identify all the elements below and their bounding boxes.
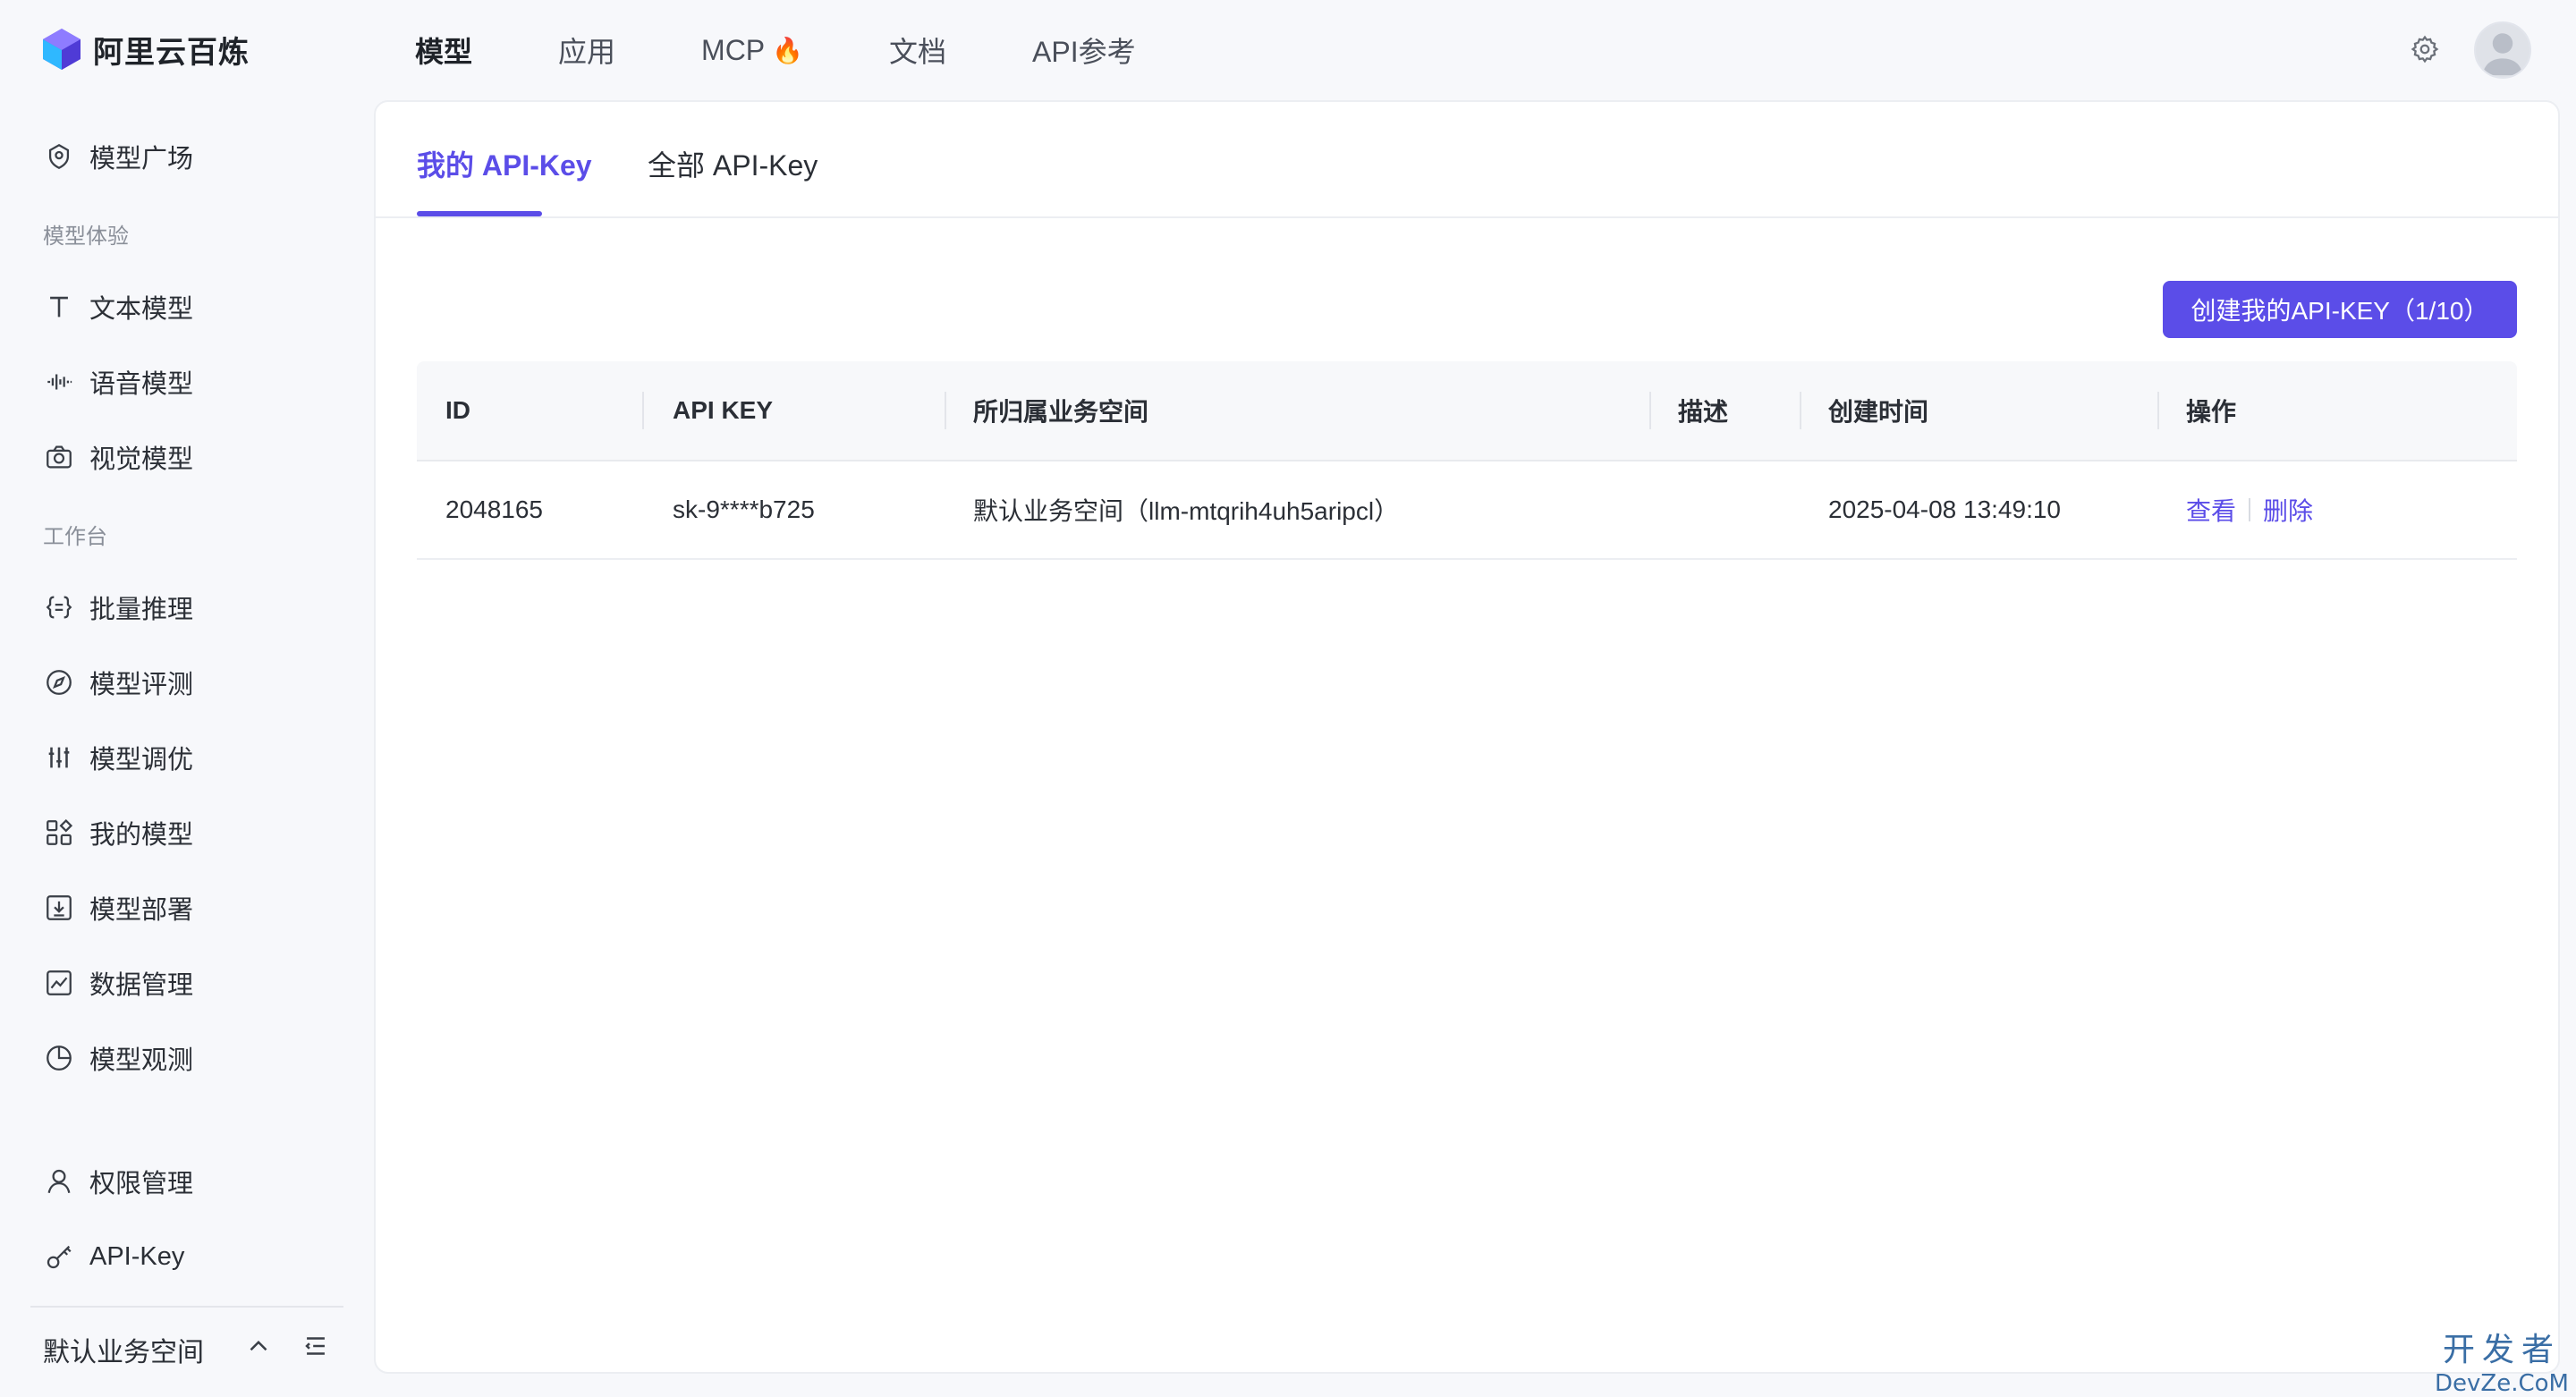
sidebar-item-permissions[interactable]: 权限管理	[43, 1159, 193, 1204]
collapse-menu-icon[interactable]	[301, 1331, 331, 1361]
nav-item-api-reference[interactable]: API参考	[1032, 30, 1136, 71]
sidebar-item-label: 模型评测	[89, 671, 194, 699]
sidebar-item-label: 权限管理	[89, 1170, 194, 1198]
fire-icon: 🔥	[772, 36, 804, 64]
action-separator	[2249, 498, 2251, 521]
table-row: 2048165 sk-9****b725 默认业务空间（llm-mtqrih4u…	[417, 461, 2517, 560]
sidebar-item-label: 我的模型	[89, 821, 194, 850]
watermark-line1: 开发者	[2442, 1332, 2561, 1368]
sliders-icon	[43, 741, 75, 774]
active-tab-indicator	[417, 211, 542, 216]
chevron-up-icon[interactable]	[243, 1331, 274, 1361]
sidebar-item-label: 模型广场	[89, 145, 194, 174]
sidebar-item-label: 批量推理	[89, 596, 194, 624]
sidebar-item-batch-inference[interactable]: 批量推理	[43, 585, 193, 630]
table-header: ID API KEY 所归属业务空间 描述 创建时间 操作	[417, 361, 2517, 461]
column-separator	[1649, 392, 1651, 429]
sidebar-item-model-observe[interactable]: 模型观测	[43, 1036, 193, 1080]
sidebar-item-text-model[interactable]: 文本模型	[43, 284, 193, 329]
sidebar: 模型广场 模型体验 文本模型 语音模型 视觉模型 工作台 批量推理 模型评测 模…	[0, 100, 358, 1392]
top-bar: 阿里云百炼 模型 应用 MCP 🔥 文档 API参考	[0, 0, 2576, 100]
key-icon	[43, 1240, 75, 1273]
sidebar-section-workbench: 工作台	[43, 525, 107, 549]
model-square-icon	[43, 140, 75, 173]
nav-item-models[interactable]: 模型	[415, 30, 472, 71]
cell-api-key: sk-9****b725	[673, 495, 815, 523]
main-nav: 模型 应用 MCP 🔥 文档 API参考	[415, 27, 1222, 73]
nav-item-mcp[interactable]: MCP 🔥	[701, 34, 803, 67]
apps-icon	[43, 817, 75, 849]
sidebar-item-label: 语音模型	[89, 370, 194, 399]
avatar[interactable]	[2474, 21, 2531, 79]
api-key-table: ID API KEY 所归属业务空间 描述 创建时间 操作 2048165 sk…	[417, 361, 2517, 560]
brand-name: 阿里云百炼	[93, 35, 250, 70]
brand-logo[interactable]: 阿里云百炼	[41, 27, 250, 72]
nav-item-docs[interactable]: 文档	[889, 30, 946, 71]
tab-all-api-key[interactable]: 全部 API-Key	[648, 143, 818, 184]
sidebar-divider	[30, 1306, 343, 1308]
sidebar-item-api-key[interactable]: API-Key	[43, 1234, 184, 1279]
column-separator	[642, 392, 644, 429]
watermark-line2: DevZe.CoM	[2435, 1370, 2569, 1397]
column-header-actions: 操作	[2186, 398, 2237, 426]
watermark: 开发者 DevZe.CoM	[2435, 1324, 2569, 1397]
column-header-workspace: 所归属业务空间	[973, 398, 1149, 426]
sidebar-item-model-eval[interactable]: 模型评测	[43, 660, 193, 705]
download-box-icon	[43, 892, 75, 924]
sidebar-item-model-tuning[interactable]: 模型调优	[43, 735, 193, 780]
cell-workspace: 默认业务空间（llm-mtqrih4uh5aripcl）	[973, 497, 1400, 525]
sidebar-item-my-models[interactable]: 我的模型	[43, 810, 193, 855]
nav-item-apps[interactable]: 应用	[558, 30, 615, 71]
cell-created: 2025-04-08 13:49:10	[1828, 495, 2061, 523]
sidebar-item-label: 视觉模型	[89, 445, 194, 474]
sidebar-item-model-square[interactable]: 模型广场	[43, 134, 193, 179]
create-api-key-button[interactable]: 创建我的API-KEY（1/10）	[2163, 281, 2517, 338]
sidebar-item-label: 模型部署	[89, 896, 194, 925]
sidebar-item-data-management[interactable]: 数据管理	[43, 961, 193, 1005]
text-icon	[43, 291, 75, 323]
sidebar-section-experience: 模型体验	[43, 224, 129, 249]
column-separator	[1800, 392, 1801, 429]
sidebar-item-label: 模型观测	[89, 1046, 194, 1075]
delete-link[interactable]: 删除	[2263, 492, 2313, 528]
sidebar-item-label: API-Key	[89, 1241, 185, 1271]
sidebar-item-label: 文本模型	[89, 295, 194, 324]
column-separator	[945, 392, 946, 429]
audio-wave-icon	[43, 366, 75, 398]
gear-icon[interactable]	[2410, 34, 2440, 64]
column-header-description: 描述	[1678, 398, 1729, 426]
sidebar-item-label: 模型调优	[89, 746, 194, 775]
sidebar-item-label: 数据管理	[89, 971, 194, 1000]
column-header-id: ID	[445, 396, 470, 424]
cell-id: 2048165	[445, 495, 544, 523]
column-header-created: 创建时间	[1828, 398, 1929, 426]
sidebar-item-audio-model[interactable]: 语音模型	[43, 360, 193, 404]
sidebar-item-vision-model[interactable]: 视觉模型	[43, 435, 193, 479]
user-icon	[43, 1165, 75, 1198]
camera-icon	[43, 441, 75, 473]
braces-icon	[43, 591, 75, 623]
view-link[interactable]: 查看	[2186, 492, 2236, 528]
pie-icon	[43, 1042, 75, 1074]
nav-item-mcp-label: MCP	[701, 33, 766, 66]
column-separator	[2157, 392, 2159, 429]
sidebar-item-model-deploy[interactable]: 模型部署	[43, 885, 193, 930]
workspace-name: 默认业务空间	[43, 1338, 204, 1367]
compass-icon	[43, 666, 75, 698]
brand-logo-icon	[43, 29, 80, 70]
main-card: 我的 API-Key 全部 API-Key 创建我的API-KEY（1/10） …	[374, 100, 2560, 1374]
column-header-api-key: API KEY	[673, 396, 774, 424]
api-key-tabs: 我的 API-Key 全部 API-Key	[376, 102, 2558, 218]
chart-box-icon	[43, 967, 75, 999]
tab-my-api-key[interactable]: 我的 API-Key	[417, 143, 592, 184]
user-avatar-icon	[2476, 23, 2529, 77]
workspace-switcher[interactable]: 默认业务空间	[43, 1327, 338, 1372]
cell-actions: 查看 删除	[2186, 461, 2313, 558]
